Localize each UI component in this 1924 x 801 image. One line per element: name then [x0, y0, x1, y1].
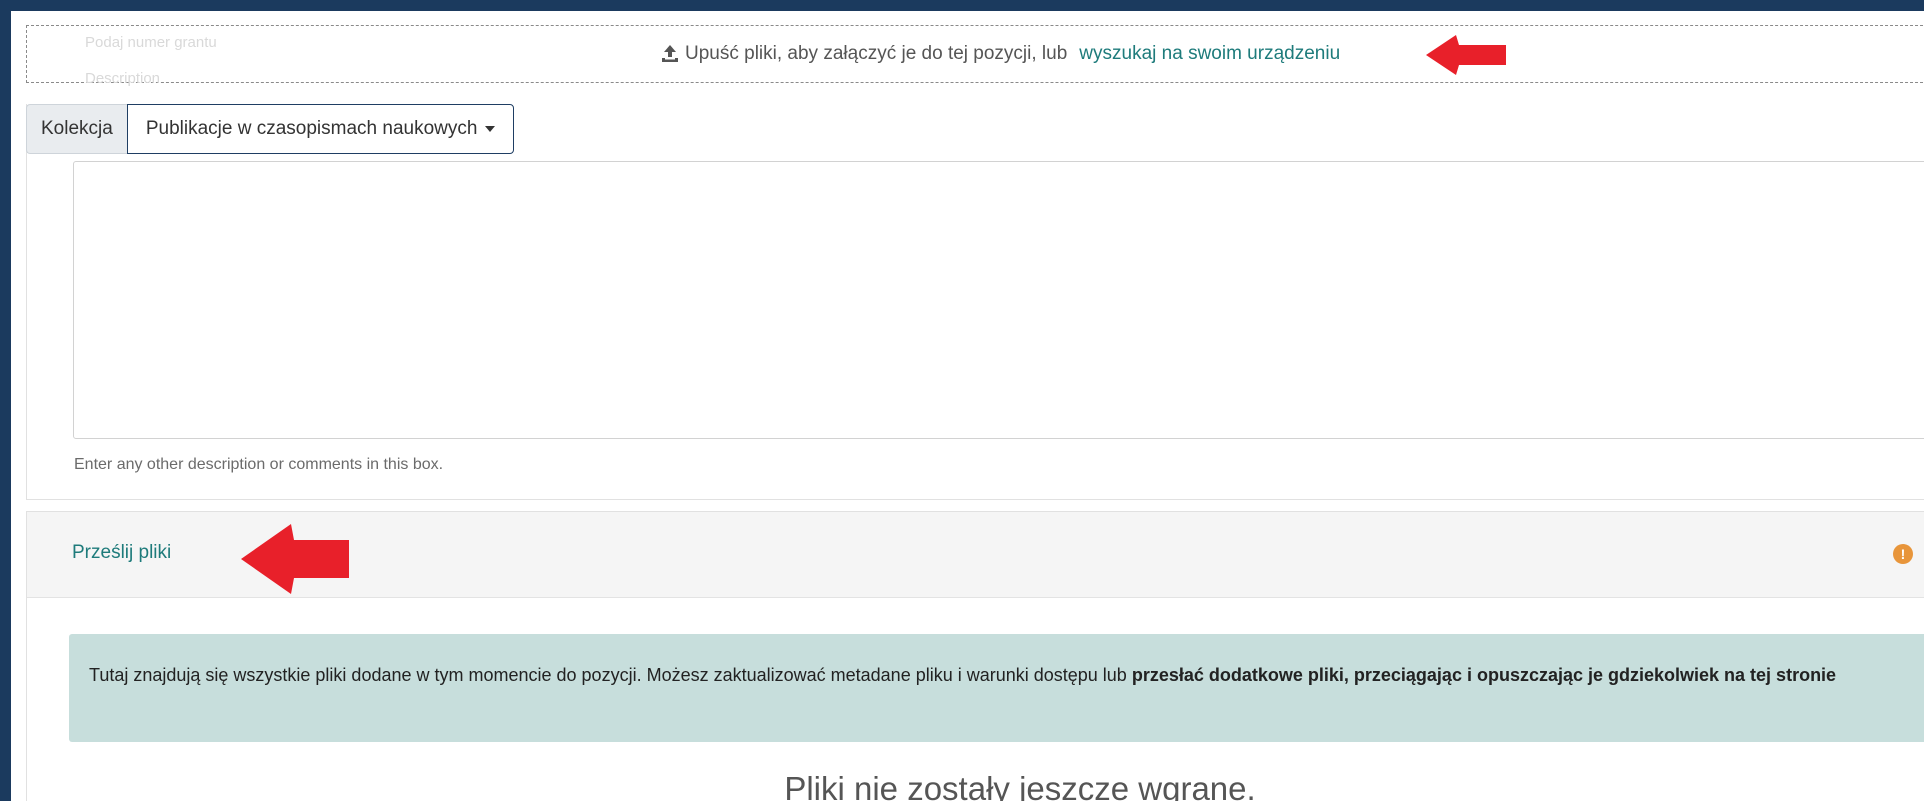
- collection-label: Kolekcja: [26, 104, 127, 154]
- upload-info-bold: przesłać dodatkowe pliki, przeciągając i…: [1131, 665, 1837, 685]
- submission-form-page: Enter any other description or comments …: [11, 11, 1924, 801]
- description-hint: Enter any other description or comments …: [74, 456, 444, 473]
- upload-info-text: Tutaj znajdują się wszystkie pliki dodan…: [89, 660, 1889, 690]
- description-textarea[interactable]: [73, 161, 1924, 439]
- upload-info-alert: Tutaj znajdują się wszystkie pliki dodan…: [69, 634, 1924, 742]
- file-dropzone[interactable]: Podaj numer grantu Description Upuść pli…: [26, 25, 1924, 87]
- upload-section-title[interactable]: Prześlij pliki: [72, 542, 171, 564]
- collection-selector: Kolekcja Publikacje w czasopismach nauko…: [26, 104, 515, 154]
- warning-icon: !: [1893, 544, 1913, 564]
- red-arrow-annotation-top: [1426, 35, 1506, 75]
- browse-device-link[interactable]: wyszukaj na swoim urządzeniu: [1079, 43, 1340, 65]
- caret-down-icon: [485, 126, 496, 132]
- dropzone-text: Upuść pliki, aby załączyć je do tej pozy…: [685, 43, 1068, 64]
- ghost-field-label-description: Description: [85, 70, 161, 87]
- no-files-message: Pliki nie zostały jeszcze wgrane.: [784, 770, 1256, 801]
- red-arrow-annotation-bottom: [241, 524, 349, 594]
- dropzone-message: Upuść pliki, aby załączyć je do tej pozy…: [659, 41, 1340, 67]
- upload-icon: [662, 45, 678, 62]
- collection-selected-value: Publikacje w czasopismach naukowych: [145, 118, 478, 139]
- upload-info-normal: Tutaj znajdują się wszystkie pliki dodan…: [89, 665, 1132, 685]
- collection-dropdown-button[interactable]: Publikacje w czasopismach naukowych: [126, 104, 515, 154]
- ghost-field-label: Podaj numer grantu: [85, 34, 217, 51]
